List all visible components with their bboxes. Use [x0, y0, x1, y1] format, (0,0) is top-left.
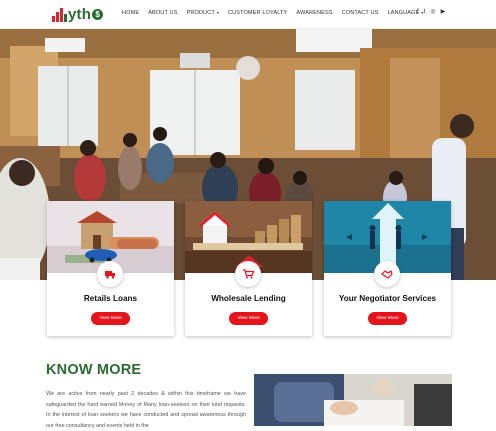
- nav-customer-loyalty[interactable]: CUSTOMER LOYALTY: [228, 10, 287, 16]
- nav-product[interactable]: PRODUCT ▾: [186, 10, 218, 16]
- logo-bars-icon: [52, 6, 67, 22]
- instagram-icon[interactable]: ◎: [430, 8, 435, 16]
- site-header: yth $ HOME ABOUT US PRODUCT ▾ CUSTOMER LO…: [0, 0, 496, 29]
- youtube-icon[interactable]: ▶: [441, 8, 446, 16]
- logo[interactable]: yth $: [52, 3, 104, 25]
- logo-coin-icon: $: [92, 8, 104, 20]
- service-card-negotiator: Your Negotiator Services View More: [324, 201, 451, 336]
- nav-contact-us[interactable]: CONTACT US: [342, 10, 379, 16]
- view-more-button[interactable]: View More: [229, 312, 268, 325]
- nav-awareness[interactable]: AWARENESS: [296, 10, 332, 16]
- know-more-image: [254, 374, 452, 426]
- truck-icon: [97, 261, 123, 287]
- nav-about-us[interactable]: ABOUT US: [148, 10, 177, 16]
- cart-icon: [235, 261, 261, 287]
- social-links: f t ◎ ▶: [417, 8, 445, 16]
- service-card-wholesale-lending: Wholesale Lending View More: [185, 201, 312, 336]
- section-text: We are active from nearly past 2 decades…: [46, 391, 246, 429]
- twitter-icon[interactable]: t: [424, 8, 426, 16]
- handshake-icon: [374, 261, 400, 287]
- card-title: Wholesale Lending: [211, 294, 286, 303]
- service-card-retail-loans: Retails Loans View More: [47, 201, 174, 336]
- view-more-button[interactable]: View More: [368, 312, 407, 325]
- logo-text: yth: [68, 5, 92, 23]
- view-more-button[interactable]: View More: [91, 312, 130, 325]
- nav-home[interactable]: HOME: [122, 10, 139, 16]
- section-title: KNOW MORE: [46, 362, 142, 378]
- main-nav: HOME ABOUT US PRODUCT ▾ CUSTOMER LOYALTY …: [122, 0, 432, 26]
- card-title: Your Negotiator Services: [338, 294, 437, 303]
- facebook-icon[interactable]: f: [417, 8, 419, 16]
- card-title: Retails Loans: [83, 294, 138, 303]
- chevron-down-icon: ▾: [216, 10, 219, 15]
